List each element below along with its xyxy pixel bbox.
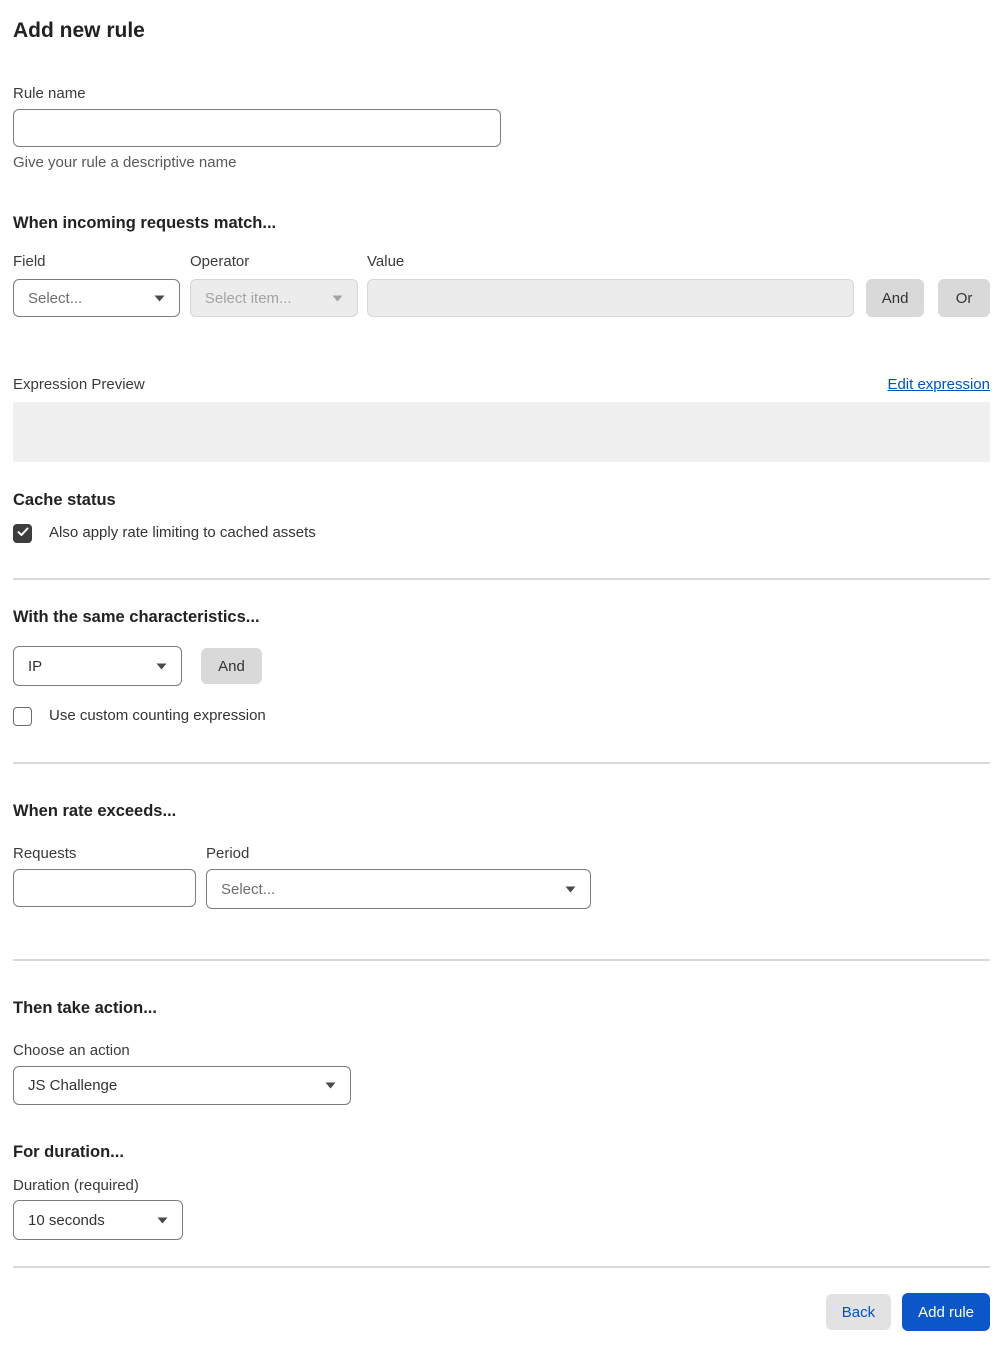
period-select[interactable]: Select... [206, 869, 591, 909]
match-controls-row: Select... Select item... And Or [13, 279, 991, 317]
rule-name-group: Rule name Give your rule a descriptive n… [13, 84, 990, 173]
back-button[interactable]: Back [825, 1294, 892, 1330]
action-heading: Then take action... [13, 999, 157, 1017]
match-labels-row: Field Operator Value [13, 252, 990, 272]
rule-name-input[interactable] [13, 109, 501, 147]
duration-select[interactable]: 10 seconds [13, 1200, 183, 1240]
footer-actions: Back Add rule [13, 1293, 990, 1331]
divider [13, 762, 990, 764]
cached-assets-label: Also apply rate limiting to cached asset… [49, 524, 316, 541]
requests-input[interactable] [13, 869, 196, 907]
action-select-value: JS Challenge [28, 1077, 118, 1094]
add-rule-form: Add new rule Rule name Give your rule a … [0, 18, 1002, 1331]
operator-select-value: Select item... [204, 289, 292, 307]
field-label: Field [13, 253, 46, 270]
divider [13, 1266, 990, 1268]
cache-status-heading: Cache status [13, 491, 116, 509]
characteristic-select[interactable]: IP [13, 646, 182, 686]
duration-select-value: 10 seconds [28, 1211, 105, 1229]
divider [13, 959, 990, 961]
expression-preview-label: Expression Preview [13, 376, 145, 393]
check-icon [17, 524, 29, 542]
field-select-value: Select... [28, 289, 83, 307]
rate-heading: When rate exceeds... [13, 802, 177, 820]
characteristics-controls-row: IP And [13, 646, 990, 686]
divider [13, 578, 990, 580]
value-label: Value [367, 253, 405, 270]
match-section-heading: When incoming requests match... [13, 214, 277, 232]
chevron-down-icon [325, 1082, 336, 1089]
chevron-down-icon [332, 295, 343, 302]
requests-label: Requests [13, 845, 77, 862]
cache-checkbox-row: Also apply rate limiting to cached asset… [13, 523, 990, 543]
custom-counting-label: Use custom counting expression [49, 707, 266, 724]
characteristics-and-button[interactable]: And [201, 648, 262, 684]
value-input [366, 279, 855, 317]
custom-counting-row: Use custom counting expression [13, 706, 990, 726]
edit-expression-link[interactable]: Edit expression [887, 376, 990, 393]
page-title: Add new rule [13, 19, 145, 42]
chevron-down-icon [156, 663, 167, 670]
rule-name-label: Rule name [13, 85, 86, 102]
operator-select: Select item... [189, 279, 358, 317]
rate-labels-row: Requests Period [13, 844, 990, 864]
add-rule-button[interactable]: Add rule [902, 1293, 990, 1331]
period-label: Period [206, 845, 250, 862]
or-button[interactable]: Or [938, 279, 991, 317]
custom-counting-checkbox[interactable] [13, 706, 32, 726]
cached-assets-checkbox[interactable] [13, 523, 32, 543]
action-select[interactable]: JS Challenge [13, 1066, 351, 1105]
rule-name-helper: Give your rule a descriptive name [13, 154, 237, 171]
operator-label: Operator [190, 253, 250, 270]
and-button[interactable]: And [866, 279, 925, 317]
period-select-value: Select... [221, 880, 276, 898]
choose-action-label: Choose an action [13, 1042, 130, 1059]
duration-heading: For duration... [13, 1143, 124, 1161]
expression-preview-box [13, 402, 990, 462]
field-select[interactable]: Select... [13, 279, 180, 317]
characteristics-heading: With the same characteristics... [13, 608, 260, 626]
characteristic-select-value: IP [28, 657, 43, 675]
chevron-down-icon [565, 886, 576, 893]
chevron-down-icon [154, 295, 165, 302]
expression-row: Expression Preview Edit expression [13, 375, 990, 395]
chevron-down-icon [157, 1217, 168, 1224]
duration-label: Duration (required) [13, 1177, 139, 1194]
rate-controls-row: Select... [13, 869, 990, 909]
